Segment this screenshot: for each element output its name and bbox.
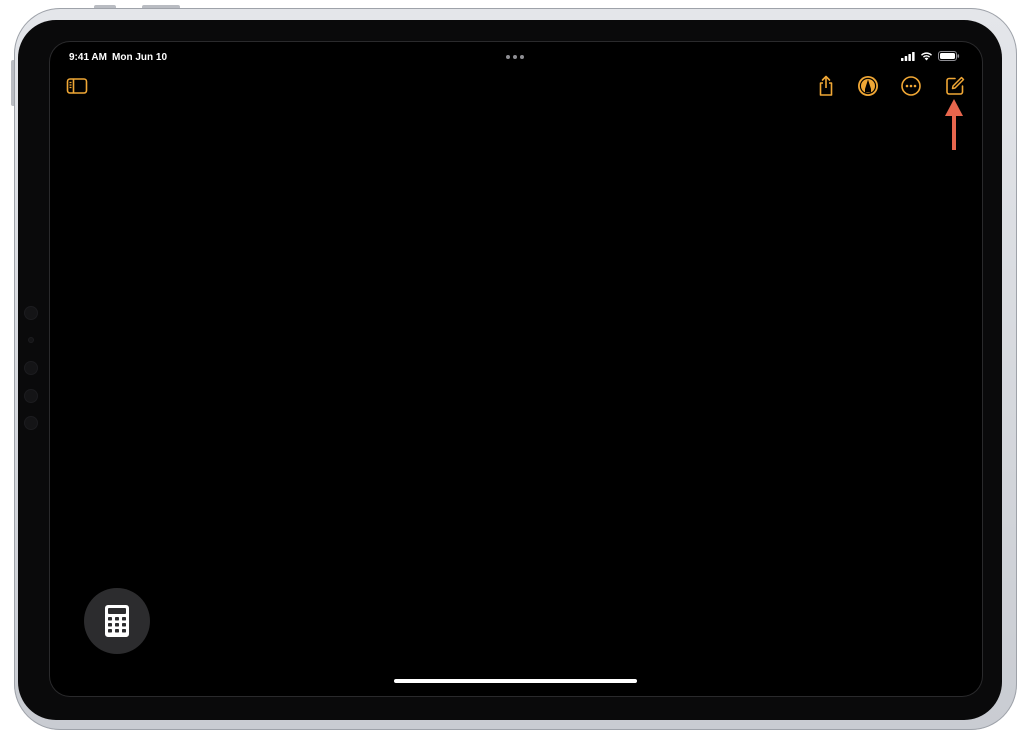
ipad-screenshot: 9:41 AM Mon Jun 10: [0, 0, 1023, 740]
share-icon: [819, 75, 833, 96]
bezel-sensor: [25, 417, 37, 429]
markup-pen-icon: [858, 76, 878, 96]
dot: [520, 55, 524, 59]
status-time: 9:41 AM: [69, 52, 107, 63]
status-date: Mon Jun 10: [112, 52, 168, 63]
dot: [513, 55, 517, 59]
compose-icon: [946, 76, 965, 95]
bezel-sensor: [25, 307, 37, 319]
status-indicators: [901, 51, 960, 61]
sidebar-toggle-button[interactable]: [65, 74, 89, 98]
markup-button[interactable]: [856, 74, 880, 98]
ellipsis-circle-icon: [901, 76, 921, 96]
screen: 9:41 AM Mon Jun 10: [50, 42, 982, 696]
front-camera: [25, 362, 37, 374]
home-indicator[interactable]: [394, 679, 637, 683]
bezel-sensor: [29, 338, 33, 342]
calculator-icon: [105, 605, 129, 637]
wifi-icon: [921, 52, 932, 61]
calculator-button[interactable]: [84, 588, 150, 654]
bezel-sensor: [25, 390, 37, 402]
more-options-button[interactable]: [899, 74, 923, 98]
share-button[interactable]: [814, 74, 838, 98]
dot: [506, 55, 510, 59]
cellular-signal-icon: [901, 51, 915, 61]
compose-button[interactable]: [943, 74, 967, 98]
status-bar: 9:41 AM Mon Jun 10: [50, 42, 982, 72]
multitasking-menu[interactable]: [506, 55, 524, 59]
battery-icon: [938, 51, 960, 61]
annotation-arrow-icon: [945, 99, 963, 150]
sidebar-toggle-icon: [66, 78, 88, 94]
